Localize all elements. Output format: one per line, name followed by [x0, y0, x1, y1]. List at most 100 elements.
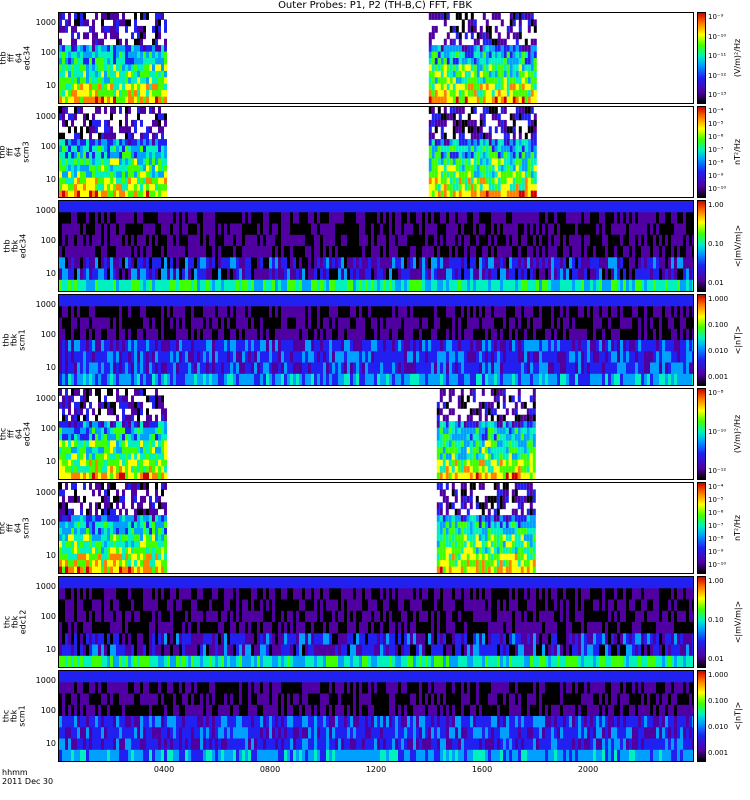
- spectrogram-cell: [650, 246, 653, 258]
- spectrogram-cell: [152, 234, 155, 247]
- spectrogram-cell: [629, 268, 632, 281]
- spectrogram-cell: [206, 279, 209, 291]
- spectrogram-cell: [368, 201, 371, 213]
- spectrogram-cell: [428, 190, 432, 197]
- spectrogram-cell: [434, 139, 438, 146]
- spectrogram-cell: [692, 268, 693, 281]
- spectrogram-cell: [629, 306, 632, 319]
- spectrogram-cell: [71, 223, 74, 236]
- spectrogram-cell: [623, 257, 626, 270]
- spectrogram-cell: [614, 279, 617, 291]
- spectrogram-cell: [419, 295, 422, 307]
- spectrogram-cell: [131, 257, 134, 270]
- spectrogram-cell: [491, 171, 495, 179]
- spectrogram-cell: [473, 38, 477, 46]
- spectrogram-cell: [245, 246, 248, 258]
- spectrogram-cell: [62, 158, 65, 166]
- spectrogram-cell: [536, 351, 539, 364]
- spectrogram-cell: [158, 13, 161, 20]
- spectrogram-cell: [152, 132, 155, 140]
- spectrogram-cell: [338, 279, 341, 291]
- spectrogram-cell: [245, 268, 248, 281]
- spectrogram-cell: [482, 306, 485, 319]
- spectrogram-cell: [482, 139, 486, 146]
- spectrogram-cell: [434, 171, 438, 179]
- y-tick-label: 100: [40, 48, 56, 58]
- spectrogram-cell: [62, 317, 65, 330]
- spectrogram-cell: [326, 223, 329, 236]
- spectrogram-cell: [116, 279, 119, 291]
- spectrogram-cell: [62, 25, 65, 33]
- spectrogram-cell: [524, 306, 527, 319]
- spectrogram-cell: [521, 362, 524, 375]
- spectrogram-cell: [98, 77, 101, 85]
- spectrogram-cell: [143, 77, 146, 85]
- spectrogram-cell: [62, 351, 65, 364]
- spectrogram-cell: [299, 223, 302, 236]
- spectrogram-cell: [269, 268, 272, 281]
- spectrogram-cell: [215, 317, 218, 330]
- spectrogram-cell: [101, 223, 104, 236]
- spectrogram-cell: [80, 328, 83, 341]
- spectrogram-cell: [683, 246, 686, 258]
- spectrogram-cell: [164, 25, 167, 33]
- spectrogram-cell: [278, 328, 281, 341]
- spectrogram-cell: [242, 201, 245, 213]
- spectrogram-cell: [545, 317, 548, 330]
- spectrogram-cell: [488, 306, 491, 319]
- spectrogram-cell: [101, 268, 104, 281]
- spectrogram-cell: [434, 58, 438, 65]
- spectrogram-cell: [545, 340, 548, 352]
- spectrogram-cell: [158, 77, 161, 85]
- spectrogram-cell: [575, 362, 578, 375]
- spectrogram-cell: [146, 223, 149, 236]
- spectrogram-cell: [164, 38, 167, 46]
- spectrogram-cell: [65, 64, 68, 72]
- spectrogram-cell: [440, 158, 444, 166]
- spectrogram-cell: [344, 212, 347, 225]
- spectrogram-cell: [605, 317, 608, 330]
- spectrogram-cell: [584, 351, 587, 364]
- spectrogram-cell: [131, 139, 134, 146]
- spectrogram-cell: [143, 328, 146, 341]
- spectrogram-cell: [185, 317, 188, 330]
- spectrogram-cell: [557, 279, 560, 291]
- spectrogram-cell: [437, 212, 440, 225]
- spectrogram-cell: [98, 96, 101, 103]
- spectrogram-cell: [518, 351, 521, 364]
- spectrogram-cell: [377, 295, 380, 307]
- spectrogram-cell: [482, 64, 486, 72]
- spectrogram-cell: [356, 351, 359, 364]
- spectrogram-cell: [149, 152, 152, 159]
- spectrogram-cell: [323, 340, 326, 352]
- spectrogram-cell: [110, 177, 113, 185]
- spectrogram-cell: [644, 279, 647, 291]
- spectrogram-cell: [443, 45, 447, 52]
- spectrogram-cell: [188, 234, 191, 247]
- spectrogram-cell: [362, 362, 365, 375]
- spectrogram-cell: [503, 279, 506, 291]
- spectrogram-cell: [554, 340, 557, 352]
- spectrogram-cell: [149, 90, 152, 97]
- spectrogram-cell: [497, 351, 500, 364]
- spectrogram-cell: [287, 306, 290, 319]
- spectrogram-cell: [593, 246, 596, 258]
- spectrogram-cell: [353, 328, 356, 341]
- spectrogram-cell: [260, 246, 263, 258]
- spectrogram-cell: [572, 257, 575, 270]
- spectrogram-cell: [494, 126, 498, 134]
- spectrogram-cell: [263, 257, 266, 270]
- spectrogram-cell: [515, 113, 519, 121]
- spectrogram-cell: [170, 201, 173, 213]
- spectrogram-cell: [623, 340, 626, 352]
- spectrogram-cell: [173, 234, 176, 247]
- spectrogram-cell: [497, 268, 500, 281]
- spectrogram-cell: [653, 201, 656, 213]
- spectrogram-cell: [482, 201, 485, 213]
- spectrogram-cell: [563, 306, 566, 319]
- spectrogram-cell: [254, 212, 257, 225]
- spectrogram-cell: [446, 13, 450, 20]
- spectrogram-cell: [482, 279, 485, 291]
- spectrogram-cell: [245, 362, 248, 375]
- spectrogram-cell: [179, 212, 182, 225]
